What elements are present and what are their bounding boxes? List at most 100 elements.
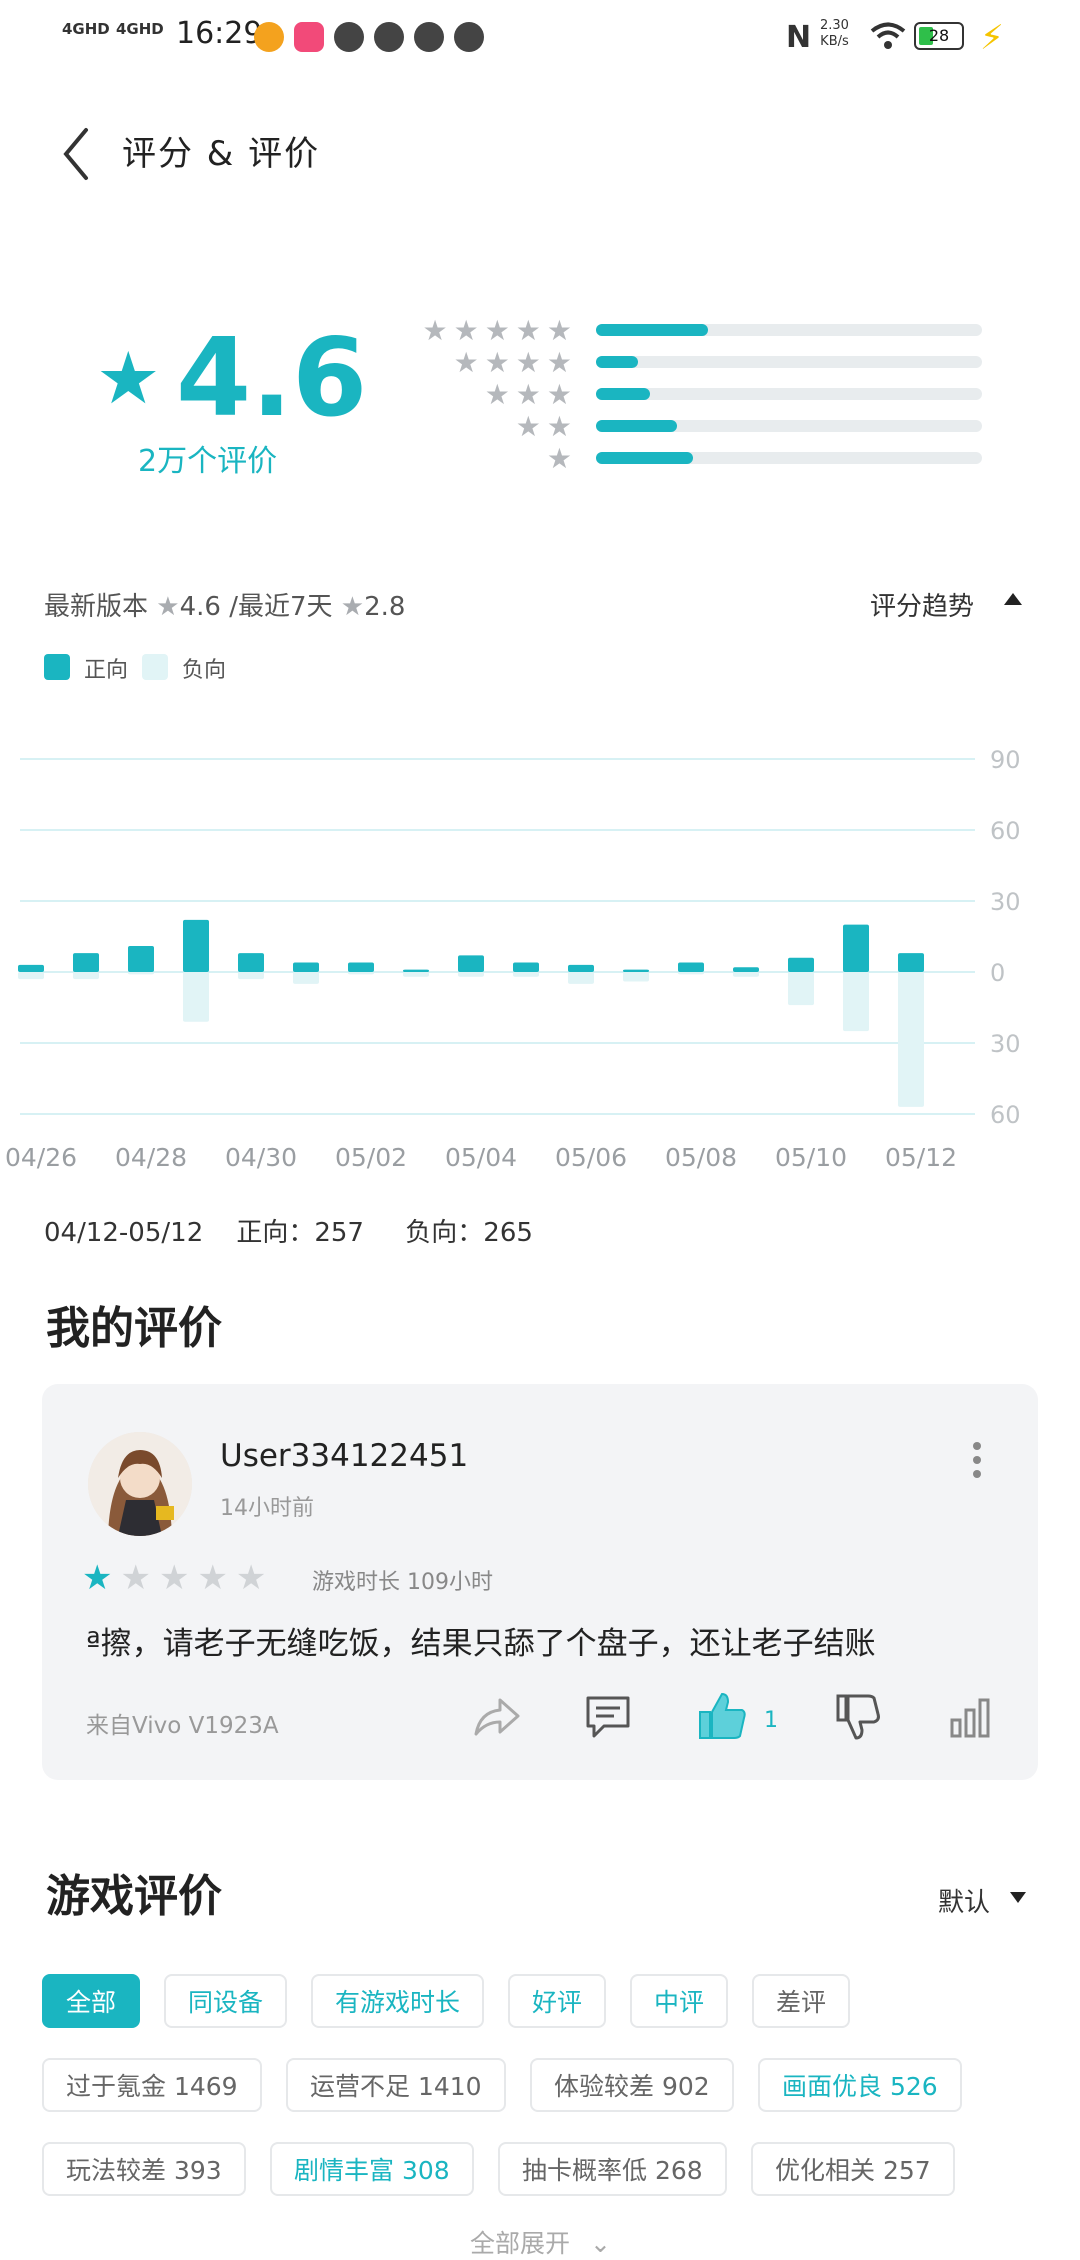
filter-chip[interactable]: 差评 — [752, 1974, 851, 2028]
x-tick-label: 04/26 — [5, 1143, 77, 1172]
filter-chip[interactable]: 同设备 — [164, 1974, 288, 2028]
chevron-down-icon[interactable] — [1010, 1892, 1026, 1903]
thumbs-down-icon[interactable] — [832, 1690, 884, 1742]
y-tick-label: 60 — [990, 1101, 1021, 1129]
more-options-icon[interactable] — [972, 1440, 982, 1480]
tag-chip[interactable]: 优化相关 257 — [751, 2142, 955, 2196]
x-tick-label: 04/30 — [225, 1143, 297, 1172]
legend-negative-label: 负向 — [182, 658, 227, 683]
star-icon: ★★ — [515, 410, 578, 443]
x-tick-label: 05/10 — [775, 1143, 847, 1172]
positive-bar — [623, 969, 649, 972]
playtime: 游戏时长 109小时 — [312, 1570, 493, 1595]
game-reviews-heading: 游戏评价 — [46, 1871, 222, 1922]
negative-bar — [568, 972, 594, 984]
triangle-up-icon[interactable] — [1004, 593, 1022, 605]
tag-chip[interactable]: 剧情丰富 308 — [270, 2142, 474, 2196]
expand-all-button[interactable]: 全部展开 ⌄ — [470, 2224, 611, 2260]
rating-bar-fill — [596, 452, 693, 464]
app-notification-icon — [254, 22, 284, 52]
version-ratings: 最新版本 ★4.6 /最近7天 ★2.8 — [44, 586, 405, 623]
negative-bar — [18, 972, 44, 980]
negative-bar — [513, 972, 539, 977]
positive-bar — [458, 955, 484, 972]
negative-bar — [623, 972, 649, 982]
sort-dropdown[interactable]: 默认 — [938, 1882, 990, 1919]
chevron-down-icon: ⌄ — [589, 2229, 611, 2258]
y-tick-label: 30 — [990, 1030, 1021, 1058]
filter-chip[interactable]: 中评 — [630, 1974, 729, 2028]
rating-bar-fill — [596, 324, 708, 336]
tag-chip[interactable]: 画面优良 526 — [758, 2058, 962, 2112]
negative-bar — [348, 972, 374, 975]
negative-total: 负向：265 — [405, 1218, 533, 1248]
rating-bar-track — [596, 452, 982, 464]
rating-count: 2万个评价 — [138, 444, 278, 479]
rating-bar-track — [596, 356, 982, 368]
negative-bar — [843, 972, 869, 1032]
recent-score: 2.8 — [364, 592, 406, 622]
charging-icon: ⚡ — [980, 18, 1004, 58]
expand-all-label: 全部展开 — [470, 2229, 571, 2258]
rating-row-4-star: ★★★★ — [390, 346, 990, 379]
legend-negative-swatch — [142, 654, 168, 680]
positive-bar — [733, 967, 759, 972]
rating-star-icon: ★ — [96, 336, 161, 420]
filter-chip[interactable]: 有游戏时长 — [311, 1974, 485, 2028]
recent-days-label: /最近7天 — [229, 592, 333, 622]
back-arrow-icon[interactable] — [56, 124, 96, 184]
review-text: ª擦，请老子无缝吃饭，结果只舔了个盘子，还让老子结账 — [86, 1626, 876, 1662]
positive-bar — [18, 964, 44, 972]
negative-bar — [788, 972, 814, 1006]
rating-bar-fill — [596, 356, 639, 368]
rating-row-2-star: ★★ — [390, 410, 990, 443]
negative-bar — [128, 972, 154, 975]
message-icon — [454, 22, 484, 52]
cloud-icon — [334, 22, 364, 52]
x-tick-label: 05/12 — [885, 1143, 957, 1172]
positive-bar — [843, 924, 869, 972]
positive-bar — [183, 919, 209, 972]
rating-bar-track — [596, 324, 982, 336]
positive-bar — [568, 964, 594, 972]
rating-row-5-star: ★★★★★ — [390, 314, 990, 347]
negative-bar — [403, 972, 429, 977]
positive-total: 正向：257 — [236, 1218, 364, 1248]
tag-chip[interactable]: 玩法较差 393 — [42, 2142, 246, 2196]
x-tick-label: 04/28 — [115, 1143, 187, 1172]
x-tick-label: 05/02 — [335, 1143, 407, 1172]
review-time: 14小时前 — [220, 1496, 314, 1521]
positive-bar — [128, 945, 154, 972]
tag-chip[interactable]: 抽卡概率低 268 — [498, 2142, 727, 2196]
positive-bar — [513, 962, 539, 972]
battery-icon: 28 — [914, 22, 964, 50]
star-icon: ★ — [546, 442, 578, 475]
trend-toggle[interactable]: 评分趋势 — [870, 586, 974, 623]
tag-chip[interactable]: 运营不足 1410 — [286, 2058, 506, 2112]
like-count: 1 — [764, 1708, 778, 1733]
date-range: 04/12-05/12 — [44, 1218, 204, 1248]
cat-icon — [374, 22, 404, 52]
signal-2: 4GHD — [116, 20, 164, 38]
latest-version-score: 4.6 — [179, 592, 221, 622]
tag-chip[interactable]: 过于氪金 1469 — [42, 2058, 262, 2112]
tag-chip[interactable]: 体验较差 902 — [530, 2058, 734, 2112]
rating-bar-track — [596, 420, 982, 432]
rating-score: 4.6 — [176, 316, 368, 441]
comment-icon[interactable] — [582, 1690, 634, 1742]
positive-bar — [348, 962, 374, 972]
thumbs-up-icon[interactable] — [696, 1690, 748, 1742]
negative-bar — [733, 972, 759, 977]
filter-chip[interactable]: 好评 — [508, 1974, 607, 2028]
x-tick-label: 05/04 — [445, 1143, 517, 1172]
x-tick-label: 05/06 — [555, 1143, 627, 1172]
my-review-heading: 我的评价 — [46, 1303, 222, 1354]
stats-icon[interactable] — [944, 1690, 996, 1742]
avatar[interactable] — [88, 1432, 192, 1536]
rating-bar-fill — [596, 388, 651, 400]
bilibili-icon — [294, 22, 324, 52]
share-icon[interactable] — [470, 1690, 522, 1742]
filter-chip[interactable]: 全部 — [42, 1974, 141, 2028]
rating-row-3-star: ★★★ — [390, 378, 990, 411]
positive-bar — [403, 969, 429, 972]
